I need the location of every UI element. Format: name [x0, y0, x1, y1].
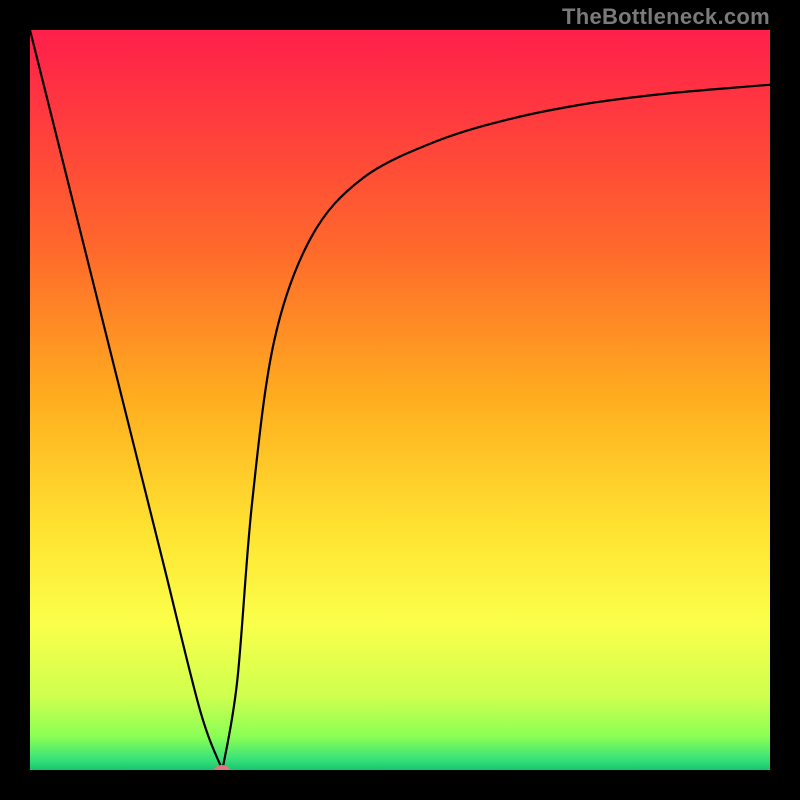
plot-area: [30, 30, 770, 770]
watermark-text: TheBottleneck.com: [562, 4, 770, 30]
chart-container: TheBottleneck.com: [0, 0, 800, 800]
bottleneck-curve: [30, 30, 770, 770]
vertex-marker: [214, 765, 230, 770]
